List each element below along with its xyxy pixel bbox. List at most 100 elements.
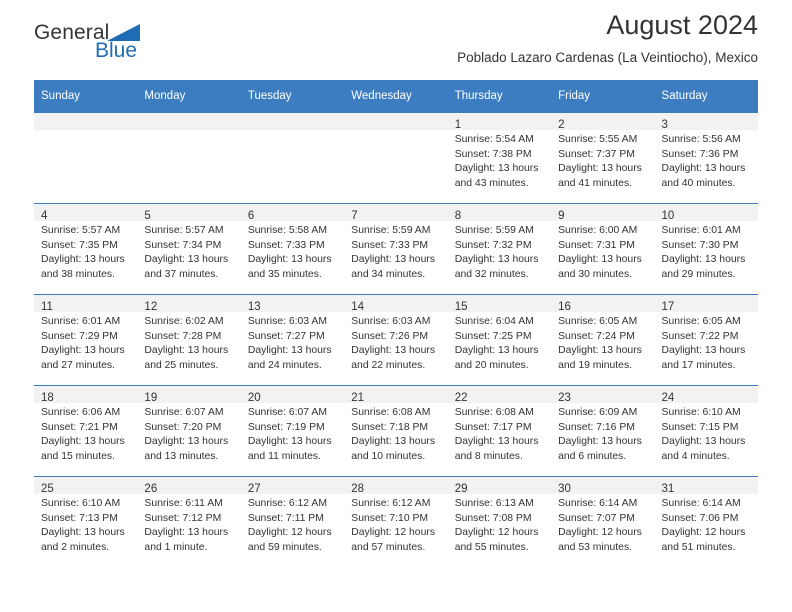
day-detail-line: Sunrise: 6:00 AM (558, 225, 638, 236)
day-detail-line: Sunrise: 5:54 AM (454, 134, 534, 145)
day-detail-line: Sunset: 7:35 PM (41, 239, 118, 251)
day-detail-line: Sunset: 7:24 PM (558, 330, 635, 342)
day-detail-line: Daylight: 13 hours (144, 436, 229, 448)
day-number-band: 27 (240, 477, 345, 495)
calendar-week-row: 18 Sunrise: 6:06 AM Sunset: 7:21 PM Dayligh… (34, 385, 758, 477)
day-number-band: 10 (654, 204, 758, 222)
day-cell-inner: 16 Sunrise: 6:05 AM Sunset: 7:24 PM Dayligh… (551, 295, 655, 385)
day-number-band: 30 (551, 477, 655, 495)
calendar-day-cell[interactable]: 23 Sunrise: 6:09 AM Sunset: 7:16 PM Dayligh… (551, 385, 655, 477)
day-cell-details: Sunrise: 6:07 AM Sunset: 7:19 PM Daylight:… (241, 403, 344, 464)
day-detail-line: Sunrise: 6:03 AM (351, 316, 431, 327)
calendar-day-cell[interactable]: 27 Sunrise: 6:12 AM Sunset: 7:11 PM Dayligh… (240, 476, 345, 567)
calendar-day-cell[interactable]: 26 Sunrise: 6:11 AM Sunset: 7:12 PM Dayligh… (137, 476, 241, 567)
calendar-day-cell[interactable]: 15 Sunrise: 6:04 AM Sunset: 7:25 PM Dayligh… (447, 294, 552, 386)
day-detail-line: Sunrise: 6:12 AM (351, 498, 431, 509)
day-detail-line: Sunrise: 6:03 AM (247, 316, 327, 327)
calendar-day-cell[interactable]: 19 Sunrise: 6:07 AM Sunset: 7:20 PM Dayligh… (137, 385, 241, 477)
day-number: 26 (144, 483, 158, 495)
calendar-day-cell[interactable]: 28 Sunrise: 6:12 AM Sunset: 7:10 PM Dayligh… (344, 476, 448, 567)
calendar-body: 1 Sunrise: 5:54 AM Sunset: 7:38 PM Daylight… (34, 112, 758, 567)
day-number: 7 (351, 210, 358, 222)
calendar-day-cell[interactable]: 21 Sunrise: 6:08 AM Sunset: 7:18 PM Dayligh… (344, 385, 448, 477)
calendar-day-cell[interactable]: 5 Sunrise: 5:57 AM Sunset: 7:34 PM Daylight… (137, 203, 241, 295)
day-detail-line: Sunset: 7:07 PM (558, 512, 635, 524)
day-number: 17 (661, 301, 675, 313)
calendar-day-cell[interactable]: 3 Sunrise: 5:56 AM Sunset: 7:36 PM Daylight… (654, 112, 758, 204)
calendar-day-cell[interactable]: 16 Sunrise: 6:05 AM Sunset: 7:24 PM Dayligh… (551, 294, 655, 386)
day-number-band (240, 113, 345, 130)
day-detail-line: Sunset: 7:38 PM (454, 148, 532, 160)
day-detail-line: Sunrise: 5:57 AM (41, 225, 121, 236)
day-cell-details (344, 130, 447, 133)
day-number-band: 13 (240, 295, 345, 313)
general-blue-logo[interactable]: General Blue (34, 0, 254, 74)
sunrise-sunset-calendar: Sunday Monday Tuesday Wednesday Thursday Frid… (34, 80, 758, 567)
calendar-day-cell[interactable]: 31 Sunrise: 6:14 AM Sunset: 7:06 PM Dayligh… (654, 476, 758, 567)
day-cell-details (137, 130, 240, 133)
day-cell-details: Sunrise: 6:01 AM Sunset: 7:29 PM Daylight:… (34, 312, 137, 373)
calendar-day-cell[interactable]: 18 Sunrise: 6:06 AM Sunset: 7:21 PM Dayligh… (34, 385, 138, 477)
day-detail-line: Daylight: 13 hours (661, 163, 746, 175)
calendar-day-cell[interactable]: 25 Sunrise: 6:10 AM Sunset: 7:13 PM Dayligh… (34, 476, 138, 567)
day-detail-line: Sunset: 7:17 PM (454, 421, 532, 433)
calendar-day-cell[interactable]: 30 Sunrise: 6:14 AM Sunset: 7:07 PM Dayligh… (551, 476, 655, 567)
calendar-day-cell[interactable]: 6 Sunrise: 5:58 AM Sunset: 7:33 PM Daylight… (240, 203, 345, 295)
day-cell-inner (240, 113, 345, 203)
day-cell-details (241, 130, 344, 133)
calendar-day-cell[interactable]: 4 Sunrise: 5:57 AM Sunset: 7:35 PM Daylight… (34, 203, 138, 295)
calendar-day-cell[interactable]: 11 Sunrise: 6:01 AM Sunset: 7:29 PM Dayligh… (34, 294, 138, 386)
day-detail-line: Sunset: 7:33 PM (247, 239, 325, 251)
day-detail-line: Daylight: 13 hours (351, 436, 436, 448)
calendar-day-cell[interactable]: 1 Sunrise: 5:54 AM Sunset: 7:38 PM Daylight… (447, 112, 552, 204)
calendar-day-cell[interactable]: 10 Sunrise: 6:01 AM Sunset: 7:30 PM Dayligh… (654, 203, 758, 295)
calendar-day-cell[interactable]: 14 Sunrise: 6:03 AM Sunset: 7:26 PM Dayligh… (344, 294, 448, 386)
weekday-header-sunday: Sunday (34, 80, 138, 113)
calendar-day-cell[interactable]: 9 Sunrise: 6:00 AM Sunset: 7:31 PM Daylight… (551, 203, 655, 295)
day-number: 23 (558, 392, 571, 404)
day-cell-details: Sunrise: 6:06 AM Sunset: 7:21 PM Daylight:… (34, 403, 137, 464)
day-cell-inner: 18 Sunrise: 6:06 AM Sunset: 7:21 PM Dayligh… (34, 386, 138, 476)
day-detail-line: Sunset: 7:31 PM (558, 239, 635, 251)
day-number: 1 (454, 119, 462, 131)
weekday-header-wednesday: Wednesday (344, 80, 448, 113)
day-number-band: 5 (137, 204, 241, 222)
logo-text-blue: Blue (95, 39, 138, 62)
calendar-day-cell[interactable]: 24 Sunrise: 6:10 AM Sunset: 7:15 PM Dayligh… (654, 385, 758, 477)
calendar-day-cell[interactable]: 22 Sunrise: 6:08 AM Sunset: 7:17 PM Dayligh… (447, 385, 552, 477)
day-cell-inner: 15 Sunrise: 6:04 AM Sunset: 7:25 PM Dayligh… (447, 295, 552, 385)
day-detail-line: Daylight: 13 hours (41, 254, 125, 266)
day-detail-line: Sunrise: 6:02 AM (144, 316, 224, 327)
calendar-day-cell[interactable]: 7 Sunrise: 5:59 AM Sunset: 7:33 PM Daylight… (344, 203, 448, 295)
weekday-header-saturday: Saturday (654, 80, 758, 113)
day-number-band: 14 (344, 295, 448, 313)
day-cell-details: Sunrise: 6:08 AM Sunset: 7:18 PM Daylight:… (344, 403, 447, 464)
day-detail-line: and 22 minutes. (351, 359, 426, 371)
day-detail-line: and 43 minutes. (454, 177, 529, 189)
day-detail-line: Daylight: 13 hours (558, 254, 642, 266)
calendar-day-cell[interactable]: 12 Sunrise: 6:02 AM Sunset: 7:28 PM Dayligh… (137, 294, 241, 386)
day-detail-line: Daylight: 13 hours (351, 254, 436, 266)
day-detail-line: and 59 minutes. (247, 541, 322, 553)
day-detail-line: Daylight: 13 hours (41, 436, 125, 448)
day-number-band (34, 113, 138, 130)
day-cell-inner: 13 Sunrise: 6:03 AM Sunset: 7:27 PM Dayligh… (240, 295, 345, 385)
day-detail-line: and 2 minutes. (41, 541, 110, 553)
weekday-header: Sunday Monday Tuesday Wednesday Thursday Frid… (34, 80, 758, 113)
calendar-day-cell[interactable]: 17 Sunrise: 6:05 AM Sunset: 7:22 PM Dayligh… (654, 294, 758, 386)
day-number-band: 3 (654, 113, 758, 131)
calendar-day-cell[interactable]: 20 Sunrise: 6:07 AM Sunset: 7:19 PM Dayligh… (240, 385, 345, 477)
day-number: 10 (661, 210, 675, 222)
day-number-band: 9 (551, 204, 655, 222)
day-detail-line: and 32 minutes. (454, 268, 529, 280)
calendar-day-cell[interactable]: 2 Sunrise: 5:55 AM Sunset: 7:37 PM Daylight… (551, 112, 655, 204)
day-number-band: 11 (34, 295, 138, 313)
calendar-day-cell[interactable]: 8 Sunrise: 5:59 AM Sunset: 7:32 PM Daylight… (447, 203, 552, 295)
day-detail-line: Daylight: 13 hours (558, 345, 642, 357)
calendar-day-cell[interactable]: 29 Sunrise: 6:13 AM Sunset: 7:08 PM Dayligh… (447, 476, 552, 567)
calendar-day-cell[interactable]: 13 Sunrise: 6:03 AM Sunset: 7:27 PM Dayligh… (240, 294, 345, 386)
day-detail-line: Daylight: 13 hours (144, 345, 229, 357)
day-detail-line: and 20 minutes. (454, 359, 529, 371)
day-cell-inner: 4 Sunrise: 5:57 AM Sunset: 7:35 PM Daylight… (34, 204, 138, 294)
day-number-band: 8 (447, 204, 552, 222)
